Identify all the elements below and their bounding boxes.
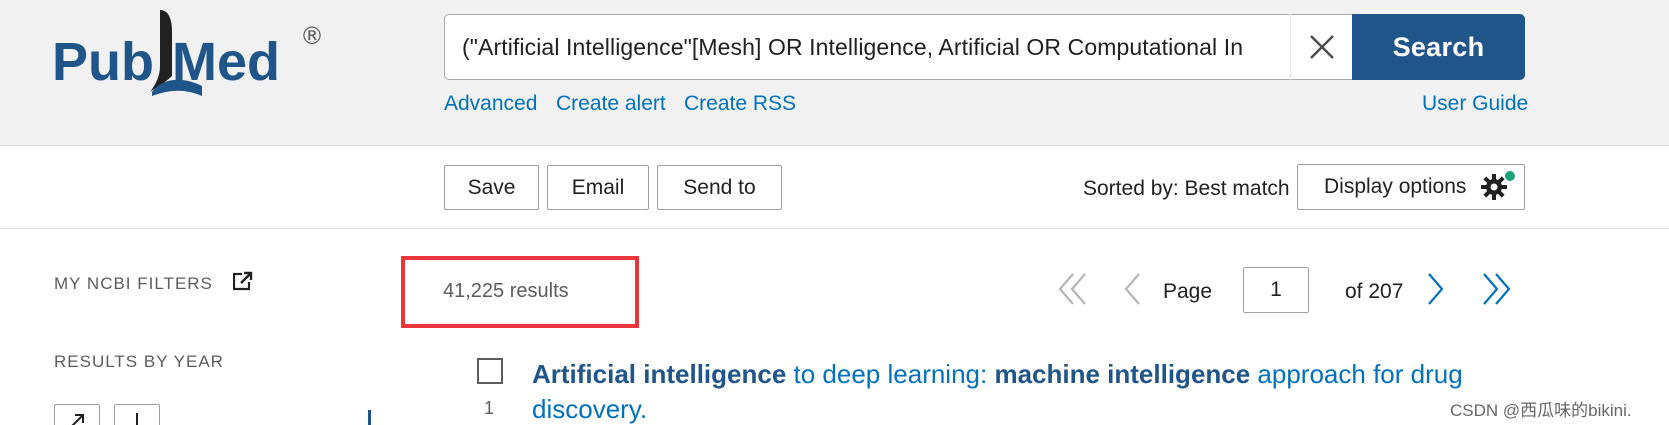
search-button[interactable]: Search — [1352, 14, 1525, 80]
timeline-bar — [368, 410, 371, 425]
download-timeline-button[interactable] — [114, 404, 160, 425]
logo-pub-text: Pub — [52, 32, 154, 92]
new-indicator-dot — [1505, 171, 1515, 181]
email-button[interactable]: Email — [547, 165, 649, 210]
create-alert-link[interactable]: Create alert — [556, 92, 666, 116]
watermark-text: CSDN @西瓜味的bikini. — [1450, 401, 1632, 420]
display-options-button[interactable]: Display options — [1297, 164, 1525, 210]
send-to-button[interactable]: Send to — [657, 165, 782, 210]
download-icon — [136, 413, 138, 425]
last-page-icon[interactable] — [1479, 272, 1513, 306]
logo-med-text: Med — [172, 32, 280, 92]
save-button[interactable]: Save — [444, 165, 539, 210]
next-page-icon[interactable] — [1424, 272, 1446, 306]
previous-page-icon[interactable] — [1122, 272, 1144, 306]
search-input[interactable]: ("Artificial Intelligence"[Mesh] OR Inte… — [445, 34, 1290, 61]
logo-registered-mark: ® — [300, 22, 324, 50]
site-header: Pub Med ® ("Artificial Intelligence"[Mes… — [0, 0, 1669, 146]
close-icon — [1309, 35, 1334, 59]
my-ncbi-filters-heading[interactable]: MY NCBI FILTERS — [54, 271, 253, 294]
create-rss-link[interactable]: Create RSS — [684, 92, 796, 116]
search-box: ("Artificial Intelligence"[Mesh] OR Inte… — [444, 14, 1352, 80]
advanced-link[interactable]: Advanced — [444, 92, 537, 116]
result-number: 1 — [484, 398, 495, 418]
clear-search-button[interactable] — [1290, 14, 1352, 80]
results-by-year-heading: RESULTS BY YEAR — [54, 352, 224, 371]
sort-order-label: Sorted by: Best match — [1083, 177, 1290, 200]
result-select-checkbox[interactable] — [477, 358, 503, 384]
page-number-input[interactable] — [1243, 267, 1309, 313]
page-label: Page — [1163, 280, 1213, 303]
first-page-icon[interactable] — [1057, 272, 1091, 306]
gear-icon — [1481, 174, 1507, 200]
total-pages-label: of 207 — [1345, 280, 1404, 303]
expand-timeline-button[interactable] — [54, 404, 100, 425]
user-guide-link[interactable]: User Guide — [1422, 92, 1528, 116]
result-title-link[interactable]: Artificial intelligence to deep learning… — [532, 357, 1522, 425]
results-action-bar: Save Email Send to Sorted by: Best match… — [0, 147, 1669, 229]
external-link-icon — [232, 271, 253, 291]
pubmed-logo[interactable]: Pub Med ® — [52, 6, 332, 102]
highlight-annotation-box — [401, 256, 639, 328]
display-options-label: Display options — [1324, 175, 1467, 198]
expand-icon — [71, 414, 84, 425]
